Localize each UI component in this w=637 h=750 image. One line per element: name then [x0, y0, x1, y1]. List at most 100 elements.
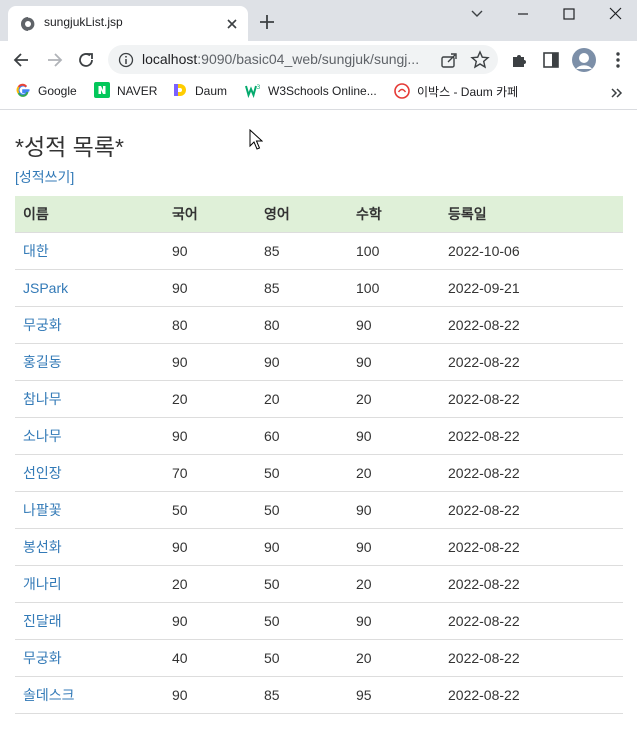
- tab-active[interactable]: sungjukList.jsp: [8, 6, 248, 41]
- table-header-row: 이름 국어 영어 수학 등록일: [15, 196, 623, 233]
- bookmark-google[interactable]: Google: [15, 83, 77, 103]
- english-cell: 80: [256, 306, 348, 344]
- english-cell: 90: [256, 343, 348, 381]
- math-cell: 90: [348, 343, 440, 381]
- column-header: 국어: [164, 196, 256, 233]
- name-cell: 나팔꽃: [15, 491, 164, 529]
- column-header: 영어: [256, 196, 348, 233]
- student-name-link[interactable]: 소나무: [23, 428, 62, 444]
- table-row: 봉선화 90 90 90 2022-08-22: [15, 528, 623, 566]
- english-cell: 90: [256, 528, 348, 566]
- student-name-link[interactable]: JSPark: [23, 280, 68, 296]
- korean-cell: 90: [164, 343, 256, 381]
- name-cell: 솔데스크: [15, 676, 164, 714]
- korean-cell: 50: [164, 491, 256, 529]
- korean-cell: 90: [164, 528, 256, 566]
- bookmark-w3schools[interactable]: 3 W3Schools Online...: [245, 83, 377, 103]
- name-cell: 참나무: [15, 380, 164, 418]
- new-tab-icon[interactable]: [258, 13, 276, 31]
- date-cell: 2022-08-22: [440, 565, 623, 603]
- student-name-link[interactable]: 홍길동: [23, 354, 62, 370]
- share-icon[interactable]: [438, 49, 460, 71]
- table-row: 홍길동 90 90 90 2022-08-22: [15, 343, 623, 381]
- math-cell: 90: [348, 417, 440, 455]
- korean-cell: 90: [164, 269, 256, 307]
- browser-toolbar: localhost:9090/basic04_web/sungjuk/sungj…: [0, 41, 637, 78]
- bookmark-label: Daum: [195, 84, 228, 98]
- more-menu-icon[interactable]: [607, 49, 629, 71]
- more-bookmarks-icon[interactable]: [609, 86, 623, 100]
- column-header: 수학: [348, 196, 440, 233]
- student-name-link[interactable]: 진달래: [23, 613, 62, 629]
- bookmark-daum[interactable]: Daum: [172, 83, 227, 103]
- korean-cell: 80: [164, 306, 256, 344]
- english-cell: 50: [256, 602, 348, 640]
- maximize-icon[interactable]: [546, 4, 592, 24]
- daum-icon: [174, 84, 186, 96]
- profile-avatar-icon[interactable]: [571, 47, 597, 73]
- student-name-link[interactable]: 참나무: [23, 391, 62, 407]
- bookmark-label: W3Schools Online...: [268, 84, 377, 98]
- korean-cell: 40: [164, 639, 256, 677]
- student-name-link[interactable]: 개나리: [23, 576, 62, 592]
- student-name-link[interactable]: 무궁화: [23, 650, 62, 666]
- tab-title: sungjukList.jsp: [44, 15, 123, 29]
- url-path: :9090/basic04_web/sungjuk/sungj...: [197, 51, 420, 67]
- table-row: 솔데스크 90 85 95 2022-08-22: [15, 676, 623, 714]
- table-row: 대한 90 85 100 2022-10-06: [15, 232, 623, 270]
- table-row: 무궁화 40 50 20 2022-08-22: [15, 639, 623, 677]
- write-grade-link[interactable]: [성적쓰기]: [15, 167, 74, 187]
- tab-strip: sungjukList.jsp: [0, 0, 637, 41]
- date-cell: 2022-08-22: [440, 417, 623, 455]
- back-arrow-icon[interactable]: [11, 49, 33, 71]
- student-name-link[interactable]: 솔데스크: [23, 687, 75, 703]
- date-cell: 2022-08-22: [440, 528, 623, 566]
- name-cell: 봉선화: [15, 528, 164, 566]
- math-cell: 100: [348, 269, 440, 307]
- forward-arrow-icon[interactable]: [43, 49, 65, 71]
- korean-cell: 20: [164, 380, 256, 418]
- date-cell: 2022-08-22: [440, 343, 623, 381]
- date-cell: 2022-08-22: [440, 602, 623, 640]
- close-tab-icon[interactable]: [223, 15, 241, 33]
- name-cell: 소나무: [15, 417, 164, 455]
- site-info-icon[interactable]: [118, 52, 134, 68]
- table-row: 개나리 20 50 20 2022-08-22: [15, 565, 623, 603]
- mouse-cursor-icon: [249, 129, 263, 150]
- student-name-link[interactable]: 나팔꽃: [23, 502, 62, 518]
- date-cell: 2022-09-21: [440, 269, 623, 307]
- date-cell: 2022-08-22: [440, 676, 623, 714]
- date-cell: 2022-08-22: [440, 454, 623, 492]
- bookmark-daum-cafe[interactable]: 이박스 - Daum 카페: [394, 82, 518, 103]
- table-row: 참나무 20 20 20 2022-08-22: [15, 380, 623, 418]
- column-header: 등록일: [440, 196, 623, 233]
- korean-cell: 70: [164, 454, 256, 492]
- student-name-link[interactable]: 봉선화: [23, 539, 62, 555]
- math-cell: 95: [348, 676, 440, 714]
- address-bar[interactable]: localhost:9090/basic04_web/sungjuk/sungj…: [108, 45, 498, 74]
- student-name-link[interactable]: 무궁화: [23, 317, 62, 333]
- bookmark-naver[interactable]: NAVER: [94, 82, 157, 103]
- daum-cafe-icon: [394, 82, 410, 99]
- globe-icon: [21, 16, 36, 32]
- side-panel-icon[interactable]: [540, 49, 562, 71]
- svg-text:3: 3: [257, 84, 261, 91]
- math-cell: 20: [348, 454, 440, 492]
- english-cell: 85: [256, 269, 348, 307]
- student-name-link[interactable]: 대한: [23, 243, 49, 259]
- table-row: 무궁화 80 80 90 2022-08-22: [15, 306, 623, 344]
- minimize-icon[interactable]: [500, 4, 546, 24]
- tab-search-icon[interactable]: [454, 4, 500, 24]
- naver-icon: [94, 82, 110, 98]
- reload-icon[interactable]: [75, 49, 97, 71]
- student-name-link[interactable]: 선인장: [23, 465, 62, 481]
- name-cell: 선인장: [15, 454, 164, 492]
- window-close-icon[interactable]: [592, 4, 637, 24]
- table-body: 대한 90 85 100 2022-10-06 JSPark 90 85 100 2022-09-…: [15, 232, 623, 714]
- bookmark-star-icon[interactable]: [469, 49, 491, 71]
- name-cell: 진달래: [15, 602, 164, 640]
- table-row: JSPark 90 85 100 2022-09-21: [15, 269, 623, 307]
- column-header: 이름: [15, 196, 164, 233]
- english-cell: 85: [256, 232, 348, 270]
- extensions-icon[interactable]: [508, 49, 530, 71]
